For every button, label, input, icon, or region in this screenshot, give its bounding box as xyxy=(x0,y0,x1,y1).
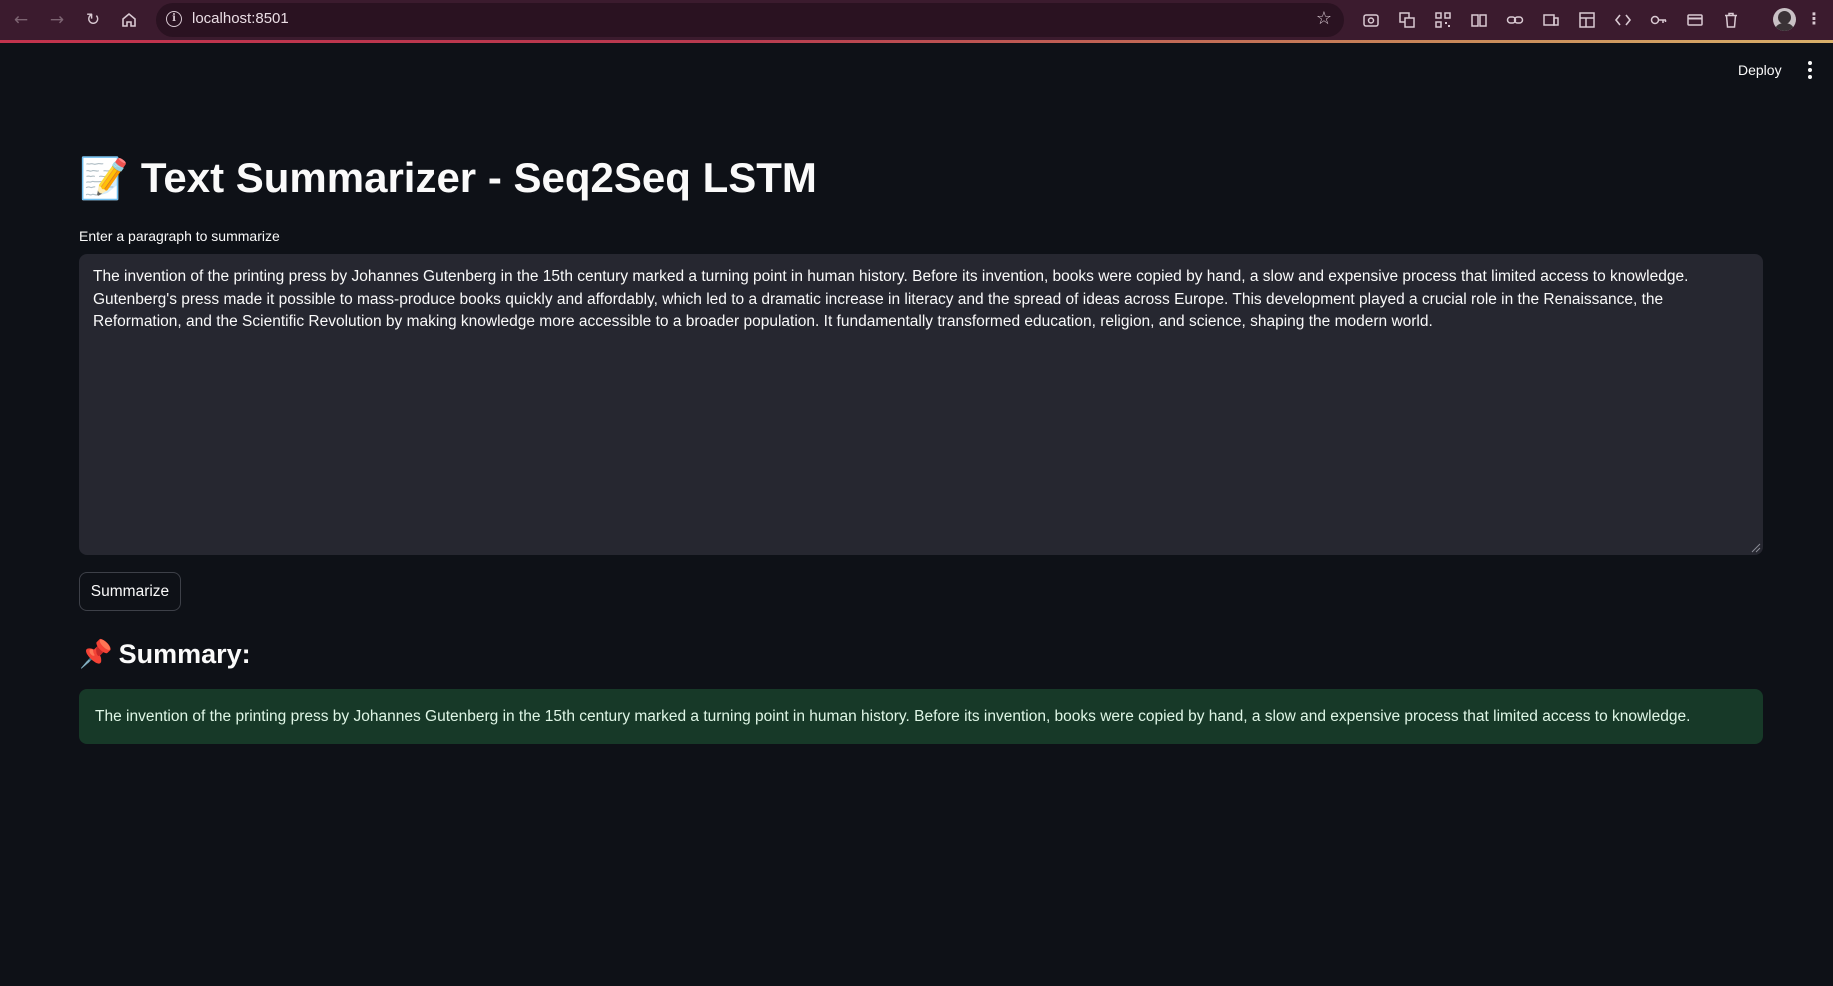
page-title-text: Text Summarizer - Seq2Seq LSTM xyxy=(140,154,817,201)
summarize-button[interactable]: Summarize xyxy=(79,572,181,611)
screenshot-extension-icon[interactable] xyxy=(1360,9,1382,31)
page-title: 📝 Text Summarizer - Seq2Seq LSTM xyxy=(79,154,817,202)
reading-mode-icon[interactable] xyxy=(1468,9,1490,31)
browser-menu-icon[interactable]: ⋮ xyxy=(1806,9,1822,28)
translate-icon[interactable] xyxy=(1396,9,1418,31)
deploy-button[interactable]: Deploy xyxy=(1730,56,1790,84)
bookmark-star-icon[interactable]: ☆ xyxy=(1316,8,1332,29)
resize-handle-icon[interactable] xyxy=(1751,543,1761,553)
summary-text: The invention of the printing press by J… xyxy=(95,707,1691,725)
summary-heading: 📌 Summary: xyxy=(79,638,251,670)
address-bar[interactable]: i localhost:8501 ☆ xyxy=(156,3,1344,37)
forward-icon[interactable]: → xyxy=(43,6,71,34)
qr-code-icon[interactable] xyxy=(1432,9,1454,31)
responsive-devices-icon[interactable] xyxy=(1540,9,1562,31)
memo-icon: 📝 xyxy=(79,156,129,201)
paragraph-input-label: Enter a paragraph to summarize xyxy=(79,228,280,244)
link-icon[interactable] xyxy=(1504,9,1526,31)
main-menu-icon[interactable] xyxy=(1804,58,1816,82)
reload-icon[interactable]: ↻ xyxy=(79,6,107,34)
payment-card-icon[interactable] xyxy=(1684,9,1706,31)
trash-icon[interactable] xyxy=(1720,9,1742,31)
summary-heading-text: Summary: xyxy=(118,638,251,669)
url-text[interactable]: localhost:8501 xyxy=(192,10,289,27)
home-icon[interactable] xyxy=(115,6,143,34)
profile-avatar[interactable] xyxy=(1773,8,1796,31)
code-icon[interactable] xyxy=(1612,9,1634,31)
site-info-icon[interactable]: i xyxy=(166,11,182,27)
summary-result-box: The invention of the printing press by J… xyxy=(79,689,1763,744)
pushpin-icon: 📌 xyxy=(79,639,113,669)
browser-toolbar: ← → ↻ i localhost:8501 ☆ ⋮ xyxy=(0,0,1833,41)
layout-icon[interactable] xyxy=(1576,9,1598,31)
back-icon[interactable]: ← xyxy=(7,6,35,34)
toolbar-divider xyxy=(0,40,1833,43)
password-key-icon[interactable] xyxy=(1648,9,1670,31)
paragraph-textarea[interactable]: The invention of the printing press by J… xyxy=(79,254,1763,555)
